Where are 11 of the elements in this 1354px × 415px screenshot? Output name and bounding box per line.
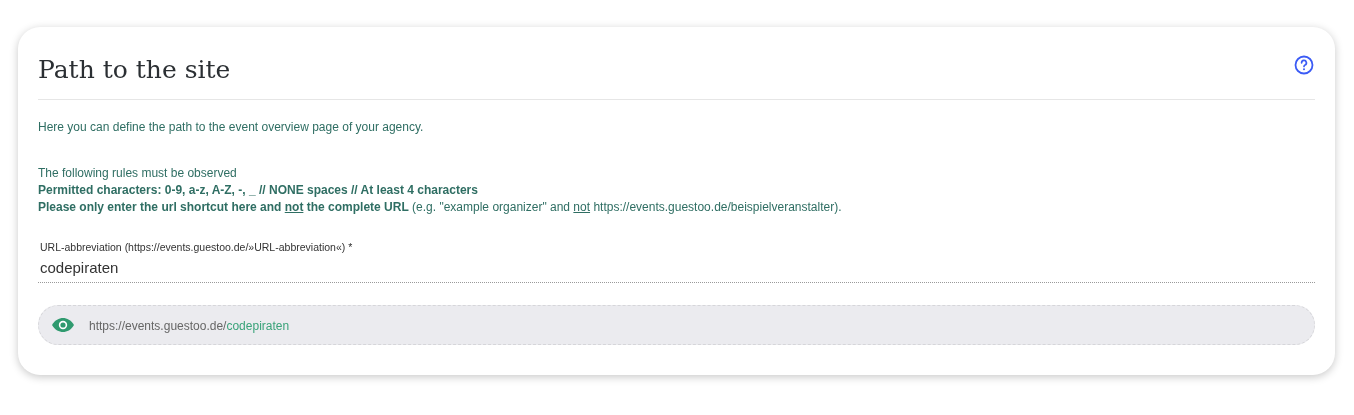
preview-url-base: https://events.guestoo.de/	[89, 319, 227, 333]
rule-text: Please only enter the url shortcut here and not the complete URL (e.g. "example organizer" and not https://events.guestoo.de/beispielveranstalter).	[38, 200, 843, 215]
rules-heading: The following rules must be observed	[38, 166, 238, 181]
url-abbreviation-field[interactable]: codepiraten	[38, 259, 1315, 283]
preview-url-slug: codepiraten	[226, 319, 290, 333]
field-label: URL-abbreviation (https://events.guestoo.de/»URL-abbreviation«) *	[39, 241, 354, 253]
help-icon[interactable]	[1294, 55, 1314, 75]
rule-text: Permitted characters: 0-9, a-z, A-Z, -, _ // NONE spaces // At least 4 characters	[38, 183, 479, 198]
eye-icon	[51, 317, 75, 333]
section-title: Path to the site	[38, 55, 231, 84]
intro-text: Here you can define the path to the event overview page of your agency.	[38, 120, 425, 134]
